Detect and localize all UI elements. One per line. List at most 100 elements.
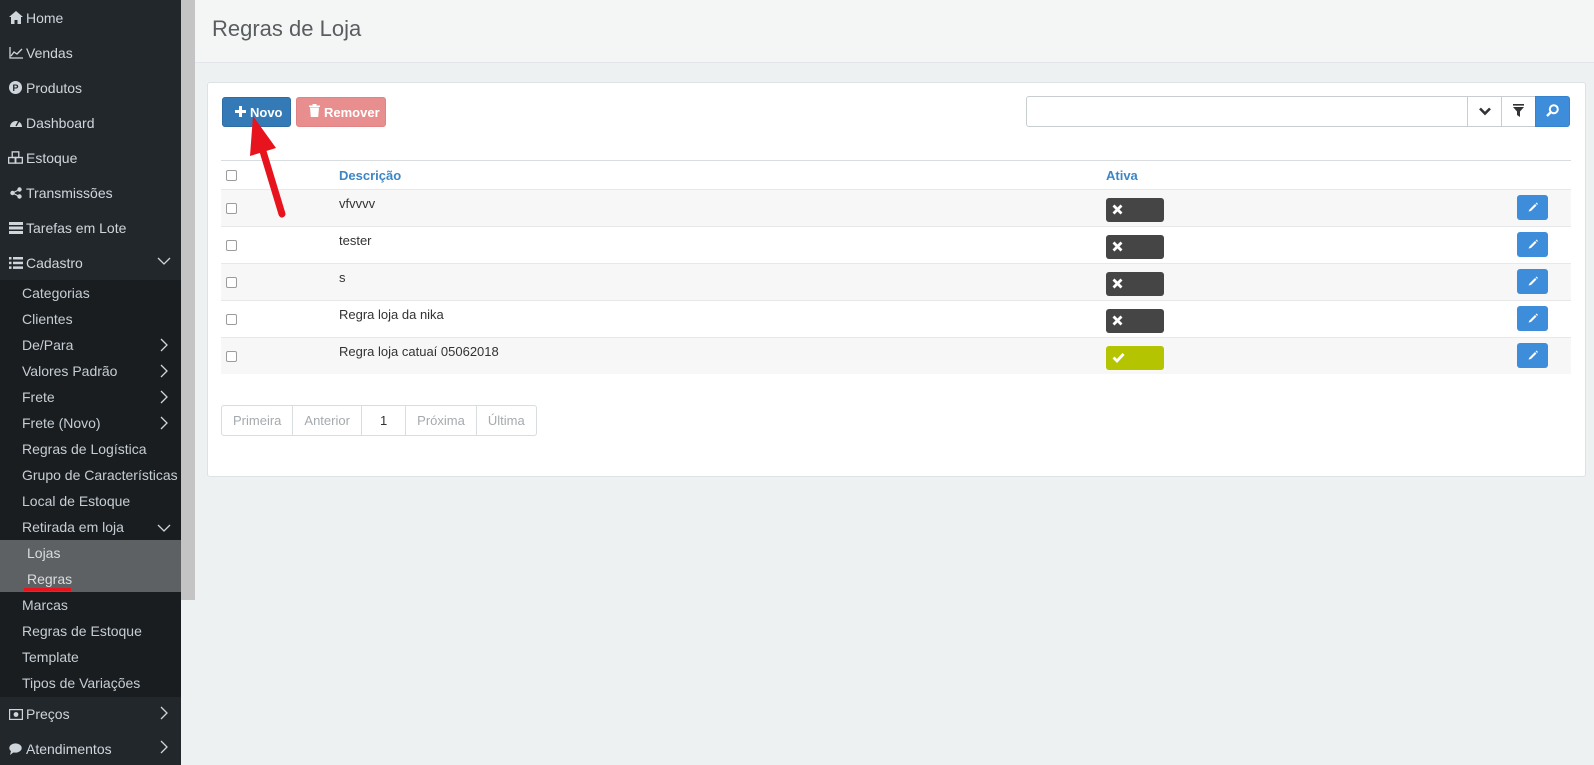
sidebar-item-vendas[interactable]: Vendas bbox=[0, 35, 181, 70]
sidebar-item-estoque[interactable]: Estoque bbox=[0, 140, 181, 175]
sidebar-item-dashboard[interactable]: Dashboard bbox=[0, 105, 181, 140]
edit-button[interactable] bbox=[1517, 195, 1548, 220]
sidebar-item-transmissoes[interactable]: Transmissões bbox=[0, 175, 181, 210]
sidebar-item-label: Local de Estoque bbox=[22, 493, 131, 509]
sidebar-item-label: Tarefas em Lote bbox=[26, 219, 127, 236]
retirada-submenu: Lojas Regras bbox=[0, 540, 181, 592]
pagination-previous[interactable]: Anterior bbox=[292, 406, 361, 435]
sidebar-item-regras[interactable]: Regras bbox=[0, 566, 181, 592]
column-header-description[interactable]: Descrição bbox=[339, 168, 401, 183]
money-icon bbox=[8, 708, 23, 720]
select-all-checkbox[interactable] bbox=[226, 170, 237, 181]
search-button[interactable] bbox=[1535, 96, 1570, 127]
sidebar-item-regras-de-logistica[interactable]: Regras de Logística bbox=[0, 436, 181, 462]
sidebar-item-label: Categorias bbox=[22, 285, 90, 301]
column-header-active[interactable]: Ativa bbox=[1106, 168, 1138, 183]
active-toggle[interactable] bbox=[1106, 346, 1164, 370]
row-checkbox[interactable] bbox=[226, 314, 237, 325]
sidebar-item-label: Retirada em loja bbox=[22, 519, 124, 535]
edit-button[interactable] bbox=[1517, 232, 1548, 257]
sidebar: Home Vendas P Produtos Dashboard Estoque… bbox=[0, 0, 181, 765]
plus-icon bbox=[235, 104, 246, 120]
sidebar-item-label: Atendimentos bbox=[26, 740, 112, 757]
filter-icon bbox=[1513, 103, 1524, 120]
edit-button[interactable] bbox=[1517, 306, 1548, 331]
pagination: Primeira Anterior 1 Próxima Última bbox=[221, 405, 537, 436]
sidebar-item-label: Home bbox=[26, 9, 64, 26]
sidebar-item-produtos[interactable]: P Produtos bbox=[0, 70, 181, 105]
active-toggle[interactable] bbox=[1106, 198, 1164, 222]
sidebar-item-valores-padrao[interactable]: Valores Padrão bbox=[0, 358, 181, 384]
svg-text:P: P bbox=[12, 83, 18, 93]
sidebar-item-label: Preços bbox=[26, 706, 70, 722]
row-checkbox[interactable] bbox=[226, 240, 237, 251]
edit-button[interactable] bbox=[1517, 269, 1548, 294]
sidebar-item-tarefas-em-lote[interactable]: Tarefas em Lote bbox=[0, 210, 181, 245]
sidebar-item-label: Regras de Estoque bbox=[22, 623, 142, 639]
cubes-icon bbox=[8, 151, 23, 164]
new-button[interactable]: Novo bbox=[222, 97, 291, 127]
row-checkbox[interactable] bbox=[226, 277, 237, 288]
sidebar-item-marcas[interactable]: Marcas bbox=[0, 592, 181, 618]
sidebar-item-lojas[interactable]: Lojas bbox=[0, 540, 181, 566]
new-button-label: Novo bbox=[250, 104, 283, 120]
sidebar-item-atendimentos[interactable]: Atendimentos bbox=[0, 731, 181, 765]
row-description: s bbox=[339, 270, 346, 285]
row-checkbox[interactable] bbox=[226, 351, 237, 362]
chevron-down-icon bbox=[157, 520, 171, 537]
sidebar-item-grupo-de-caracteristicas[interactable]: Grupo de Características bbox=[0, 462, 181, 488]
pagination-last[interactable]: Última bbox=[475, 406, 536, 435]
row-checkbox[interactable] bbox=[226, 203, 237, 214]
sidebar-item-clientes[interactable]: Clientes bbox=[0, 306, 181, 332]
table-row: Regra loja catuaí 05062018 bbox=[221, 337, 1571, 374]
pagination-next[interactable]: Próxima bbox=[405, 406, 476, 435]
sidebar-item-regras-de-estoque[interactable]: Regras de Estoque bbox=[0, 618, 181, 644]
pencil-icon bbox=[1527, 311, 1538, 326]
sidebar-item-label: Valores Padrão bbox=[22, 363, 118, 379]
active-toggle[interactable] bbox=[1106, 272, 1164, 296]
pagination-first[interactable]: Primeira bbox=[222, 406, 292, 435]
sidebar-item-cadastro[interactable]: Cadastro bbox=[0, 245, 181, 280]
sidebar-item-frete-novo[interactable]: Frete (Novo) bbox=[0, 410, 181, 436]
search-options-button[interactable] bbox=[1467, 96, 1502, 127]
chevron-right-icon bbox=[157, 706, 171, 723]
sidebar-item-template[interactable]: Template bbox=[0, 644, 181, 670]
pagination-current-page[interactable]: 1 bbox=[360, 406, 405, 435]
row-description: Regra loja da nika bbox=[339, 307, 444, 322]
edit-button[interactable] bbox=[1517, 343, 1548, 368]
product-p-icon: P bbox=[8, 81, 23, 94]
sidebar-item-local-de-estoque[interactable]: Local de Estoque bbox=[0, 488, 181, 514]
sidebar-item-retirada-em-loja[interactable]: Retirada em loja bbox=[0, 514, 181, 540]
sidebar-item-de-para[interactable]: De/Para bbox=[0, 332, 181, 358]
sidebar-item-label: Grupo de Características bbox=[22, 467, 178, 483]
sidebar-item-label: Clientes bbox=[22, 311, 73, 327]
row-description: vfvvvv bbox=[339, 196, 376, 211]
x-icon bbox=[1112, 240, 1123, 255]
sidebar-item-categorias[interactable]: Categorias bbox=[0, 280, 181, 306]
filter-button[interactable] bbox=[1501, 96, 1536, 127]
sidebar-item-label: Regras bbox=[27, 571, 73, 587]
active-toggle[interactable] bbox=[1106, 309, 1164, 333]
row-description: Regra loja catuaí 05062018 bbox=[339, 344, 499, 359]
list-icon bbox=[8, 256, 23, 269]
table-header: Descrição Ativa bbox=[221, 160, 1571, 189]
chevron-right-icon bbox=[157, 390, 171, 407]
table-row: s bbox=[221, 263, 1571, 300]
sidebar-item-precos[interactable]: Preços bbox=[0, 696, 181, 731]
chevron-down-icon bbox=[1478, 104, 1491, 119]
chart-line-icon bbox=[8, 46, 23, 59]
sidebar-item-frete[interactable]: Frete bbox=[0, 384, 181, 410]
search-input[interactable] bbox=[1026, 96, 1468, 127]
share-icon bbox=[8, 186, 23, 199]
x-icon bbox=[1112, 203, 1123, 218]
sidebar-scrollbar[interactable] bbox=[181, 0, 195, 600]
active-toggle[interactable] bbox=[1106, 235, 1164, 259]
sidebar-item-tipos-de-variacoes[interactable]: Tipos de Variações bbox=[0, 670, 181, 696]
remove-button[interactable]: Remover bbox=[296, 97, 386, 127]
table-row: tester bbox=[221, 226, 1571, 263]
sidebar-item-home[interactable]: Home bbox=[0, 0, 181, 35]
sidebar-item-label: Produtos bbox=[26, 79, 83, 96]
sidebar-item-label: Regras de Logística bbox=[22, 441, 147, 457]
pencil-icon bbox=[1527, 200, 1538, 215]
sidebar-item-label: Dashboard bbox=[26, 114, 95, 131]
